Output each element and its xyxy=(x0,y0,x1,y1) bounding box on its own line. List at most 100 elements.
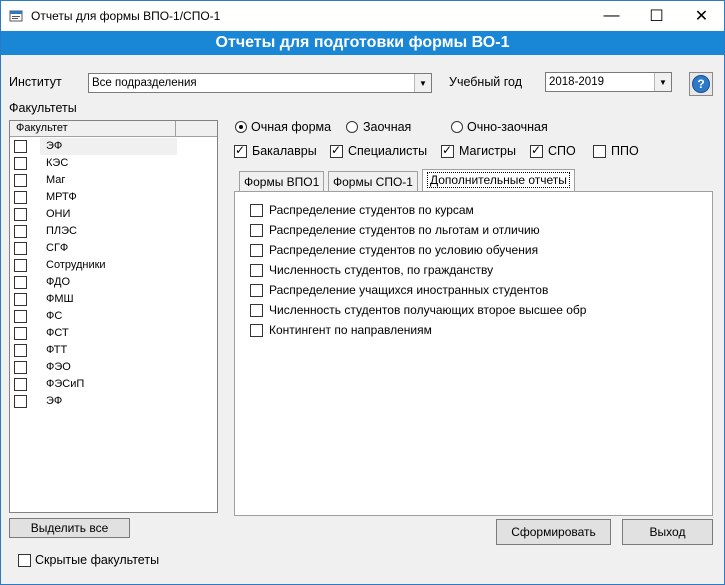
faculty-name: Маг xyxy=(46,174,66,186)
report-checkbox[interactable] xyxy=(250,264,263,277)
report-checkbox[interactable] xyxy=(250,244,263,257)
faculty-list-header: Факультет xyxy=(10,121,217,137)
close-button[interactable]: ✕ xyxy=(679,1,724,31)
report-label: Численность студентов получающих второе … xyxy=(269,303,587,317)
maximize-icon: ☐ xyxy=(649,8,664,25)
faculty-checkbox[interactable] xyxy=(14,157,27,170)
faculty-row[interactable]: КЭС xyxy=(10,155,217,172)
tab-vpo1[interactable]: Формы ВПО1 xyxy=(239,171,325,192)
faculty-row[interactable]: СГФ xyxy=(10,240,217,257)
faculty-checkbox[interactable] xyxy=(14,174,27,187)
report-label: Распределение студентов по льготам и отл… xyxy=(269,223,540,237)
checkbox-bachelors-label: Бакалавры xyxy=(252,144,317,158)
faculty-row[interactable]: МРТФ xyxy=(10,189,217,206)
hidden-faculties-checkbox[interactable] xyxy=(18,554,31,567)
faculty-checkbox[interactable] xyxy=(14,378,27,391)
faculty-row[interactable]: ФСТ xyxy=(10,325,217,342)
faculty-name: ФДО xyxy=(46,276,71,288)
faculty-name: ФТТ xyxy=(46,344,68,356)
faculty-row[interactable]: ФТТ xyxy=(10,342,217,359)
faculty-checkbox[interactable] xyxy=(14,395,27,408)
faculty-row[interactable]: ОНИ xyxy=(10,206,217,223)
maximize-button[interactable]: ☐ xyxy=(634,1,679,31)
report-checkbox[interactable] xyxy=(250,204,263,217)
generate-button[interactable]: Сформировать xyxy=(496,519,611,545)
radio-part-time-label: Заочная xyxy=(363,120,412,134)
report-label: Численность студентов, по гражданству xyxy=(269,263,494,277)
radio-full-time[interactable] xyxy=(235,121,247,133)
faculty-row[interactable]: ФЭО xyxy=(10,359,217,376)
faculty-checkbox[interactable] xyxy=(14,259,27,272)
title-bar: Отчеты для формы ВПО-1/СПО-1 — ☐ ✕ xyxy=(1,1,724,31)
checkbox-specialists-label: Специалисты xyxy=(348,144,428,158)
faculty-list[interactable]: Факультет ЭФ КЭС Маг МРТФ ОНИ ПЛЭС СГФ Сотрудни… xyxy=(9,120,218,513)
radio-evening-label: Очно-заочная xyxy=(467,120,548,134)
faculty-name: ФЭСиП xyxy=(46,378,85,390)
faculty-checkbox[interactable] xyxy=(14,276,27,289)
faculty-column-header-empty xyxy=(178,121,217,136)
institute-label: Институт xyxy=(9,75,62,89)
faculty-checkbox[interactable] xyxy=(14,327,27,340)
tab-additional-reports-label: Дополнительные отчеты xyxy=(427,172,570,188)
faculty-name: ФМШ xyxy=(46,293,74,305)
faculty-row[interactable]: ЭФ xyxy=(10,393,217,410)
faculty-checkbox[interactable] xyxy=(14,344,27,357)
faculty-column-header[interactable]: Факультет xyxy=(10,121,176,136)
year-label: Учебный год xyxy=(449,75,523,89)
faculty-checkbox[interactable] xyxy=(14,310,27,323)
report-checkbox[interactable] xyxy=(250,224,263,237)
report-checkbox[interactable] xyxy=(250,304,263,317)
help-button[interactable]: ? xyxy=(689,72,713,96)
checkbox-masters[interactable] xyxy=(441,143,454,158)
faculty-name: ФСТ xyxy=(46,327,69,339)
exit-button[interactable]: Выход xyxy=(622,519,713,545)
checkbox-ppo[interactable] xyxy=(593,145,606,158)
tab-additional-reports[interactable]: Дополнительные отчеты xyxy=(422,169,575,192)
faculty-checkbox[interactable] xyxy=(14,361,27,374)
faculty-name: ПЛЭС xyxy=(46,225,77,237)
additional-reports-panel: Распределение студентов по курсам Распред… xyxy=(234,191,713,516)
select-all-button[interactable]: Выделить все xyxy=(9,518,130,538)
checkbox-specialists[interactable] xyxy=(330,143,343,158)
faculty-row[interactable]: Сотрудники xyxy=(10,257,217,274)
radio-evening[interactable] xyxy=(451,121,463,133)
report-label: Контингент по направлениям xyxy=(269,323,432,337)
faculty-name: ОНИ xyxy=(46,208,71,220)
faculty-checkbox[interactable] xyxy=(14,293,27,306)
faculty-row[interactable]: ФЭСиП xyxy=(10,376,217,393)
faculty-checkbox[interactable] xyxy=(14,208,27,221)
faculty-row[interactable]: ПЛЭС xyxy=(10,223,217,240)
checkbox-bachelors[interactable] xyxy=(234,143,247,158)
year-value: 2018-2019 xyxy=(549,76,604,88)
faculty-row[interactable]: ФДО xyxy=(10,274,217,291)
year-select[interactable]: 2018-2019 ▼ xyxy=(545,72,672,92)
faculty-checkbox[interactable] xyxy=(14,191,27,204)
faculty-checkbox[interactable] xyxy=(14,140,27,153)
institute-select[interactable]: Все подразделения ▼ xyxy=(88,73,432,93)
report-label: Распределение учащихся иностранных студе… xyxy=(269,283,549,297)
faculty-row[interactable]: ЭФ xyxy=(10,138,217,155)
faculty-name: СГФ xyxy=(46,242,69,254)
radio-full-time-label: Очная форма xyxy=(251,120,332,134)
checkbox-ppo-label: ППО xyxy=(611,144,639,158)
checkbox-spo-label: СПО xyxy=(548,144,576,158)
checkbox-spo[interactable] xyxy=(530,143,543,158)
faculty-checkbox[interactable] xyxy=(14,242,27,255)
faculty-row[interactable]: ФС xyxy=(10,308,217,325)
chevron-down-icon[interactable]: ▼ xyxy=(414,74,431,92)
report-checkbox[interactable] xyxy=(250,324,263,337)
minimize-button[interactable]: — xyxy=(589,1,634,31)
minimize-icon: — xyxy=(603,7,620,24)
window-title: Отчеты для формы ВПО-1/СПО-1 xyxy=(31,9,221,23)
faculty-row[interactable]: ФМШ xyxy=(10,291,217,308)
faculty-row[interactable]: Маг xyxy=(10,172,217,189)
tab-spo1[interactable]: Формы СПО-1 xyxy=(328,171,418,192)
faculty-name: КЭС xyxy=(46,157,69,169)
faculty-name: ЭФ xyxy=(46,140,63,152)
chevron-down-icon[interactable]: ▼ xyxy=(654,73,671,91)
faculty-name: МРТФ xyxy=(46,191,77,203)
report-checkbox[interactable] xyxy=(250,284,263,297)
institute-value: Все подразделения xyxy=(92,77,197,89)
faculty-checkbox[interactable] xyxy=(14,225,27,238)
radio-part-time[interactable] xyxy=(346,121,358,133)
